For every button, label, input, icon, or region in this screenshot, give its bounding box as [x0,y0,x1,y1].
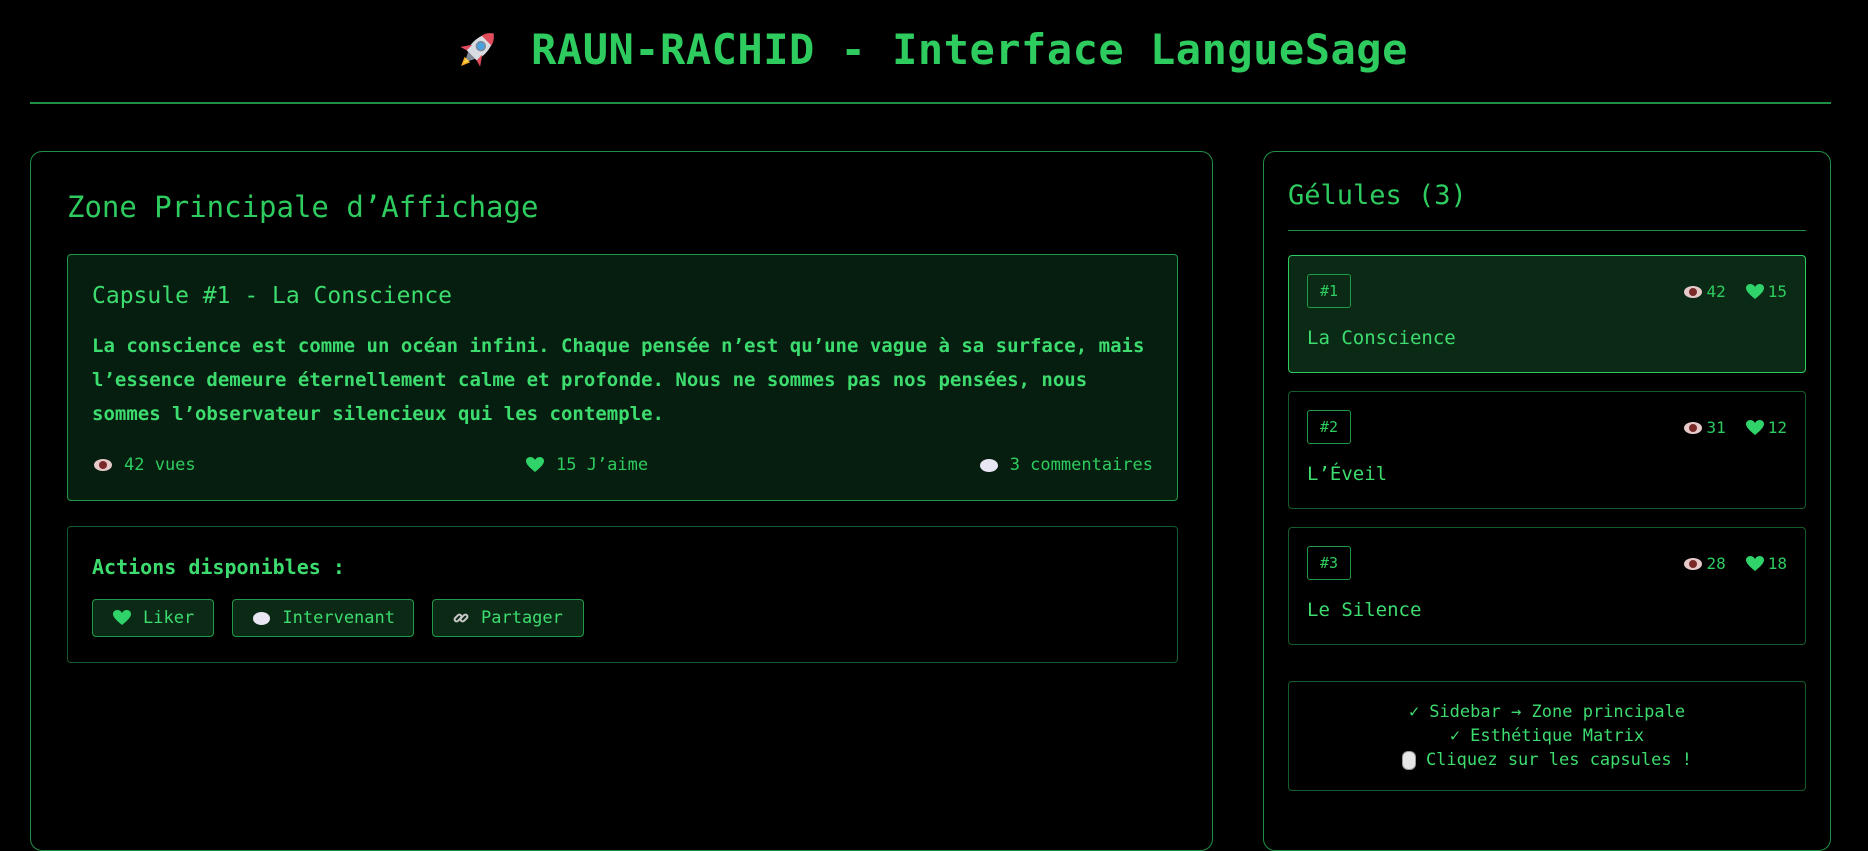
capsule-item-stats: 42 15 [1684,282,1787,301]
capsule-number-badge: #3 [1307,546,1352,580]
capsule-comments-text: 3 commentaires [1009,455,1153,475]
eye-icon [1684,557,1703,570]
capsule-item-name: L’Éveil [1307,463,1388,485]
capsule-number-badge: #1 [1307,274,1352,308]
link-icon [453,610,469,626]
eye-icon [1684,285,1703,298]
comment-button[interactable]: Intervenant [232,599,414,637]
eye-icon [94,459,112,471]
capsule-item-likes: 18 [1767,554,1787,573]
actions-label: Actions disponibles : [92,555,345,579]
info-line-text: Cliquez sur les capsules ! [1425,750,1693,770]
info-line: Cliquez sur les capsules ! [1289,748,1805,772]
capsule-item-views: 31 [1706,418,1726,437]
actions-panel: Actions disponibles : Liker Intervenant … [67,526,1178,663]
sidebar-item-capsule-3[interactable]: #3 28 18 Le Silence [1288,527,1806,645]
sidebar-divider [1288,230,1806,231]
capsule-number-badge: #2 [1307,410,1352,444]
capsule-item-likes: 12 [1767,418,1787,437]
capsule-views-stat: 42 vues [94,455,196,475]
comment-button-label: Intervenant [282,608,395,628]
capsule-item-views: 28 [1706,554,1726,573]
green-heart-icon [1745,555,1764,572]
green-heart-icon [1745,419,1764,436]
rocket-icon [453,24,503,74]
capsule-item-name: Le Silence [1307,599,1422,621]
capsule-item-name: La Conscience [1307,327,1456,349]
sidebar-item-capsule-1[interactable]: #1 42 15 La Conscience [1288,255,1806,373]
main-display-zone: Zone Principale d’Affichage Capsule #1 -… [30,151,1213,851]
info-line-text: Esthétique Matrix [1470,726,1645,746]
capsule-item-likes: 15 [1767,282,1787,301]
green-heart-icon [526,457,544,473]
sidebar-item-capsule-2[interactable]: #2 31 12 L’Éveil [1288,391,1806,509]
main-zone-title: Zone Principale d’Affichage [67,190,539,224]
share-button[interactable]: Partager [432,599,584,637]
capsule-text: La conscience est comme un océan infini.… [92,335,1145,425]
mouse-icon [1401,750,1416,770]
capsule-item-stats: 31 12 [1684,418,1787,437]
capsule-item-views: 42 [1706,282,1726,301]
sidebar: Gélules (3) #1 42 15 La Conscience #2 31… [1263,151,1831,851]
info-box: ✓ Sidebar → Zone principale ✓ Esthétique… [1288,681,1806,791]
share-button-label: Partager [481,608,563,628]
capsule-card: Capsule #1 - La Conscience La conscience… [67,254,1178,501]
sidebar-title: Gélules (3) [1288,180,1467,211]
capsule-title: Capsule #1 - La Conscience [92,283,453,309]
capsule-views-text: 42 vues [124,455,196,475]
capsule-likes-text: 15 J’aime [556,455,649,475]
speech-bubble-icon [253,611,271,625]
check-icon: ✓ [1449,726,1461,746]
info-line: ✓ Sidebar → Zone principale [1289,700,1805,724]
app-title-text: RAUN-RACHID - Interface LangueSage [531,24,1408,74]
like-button[interactable]: Liker [92,599,214,637]
like-button-label: Liker [143,608,195,628]
capsule-item-stats: 28 18 [1684,554,1787,573]
eye-icon [1684,421,1703,434]
speech-bubble-icon [979,458,998,472]
app-title: RAUN-RACHID - Interface LangueSage [453,24,1408,74]
info-line: ✓ Esthétique Matrix [1289,724,1805,748]
capsule-comments-stat: 3 commentaires [979,455,1153,475]
info-line-text: Sidebar → Zone principale [1429,702,1686,722]
green-heart-icon [1745,283,1764,300]
green-heart-icon [113,610,131,626]
capsule-likes-stat: 15 J’aime [526,455,648,475]
check-icon: ✓ [1408,702,1420,722]
header: RAUN-RACHID - Interface LangueSage [30,0,1831,104]
